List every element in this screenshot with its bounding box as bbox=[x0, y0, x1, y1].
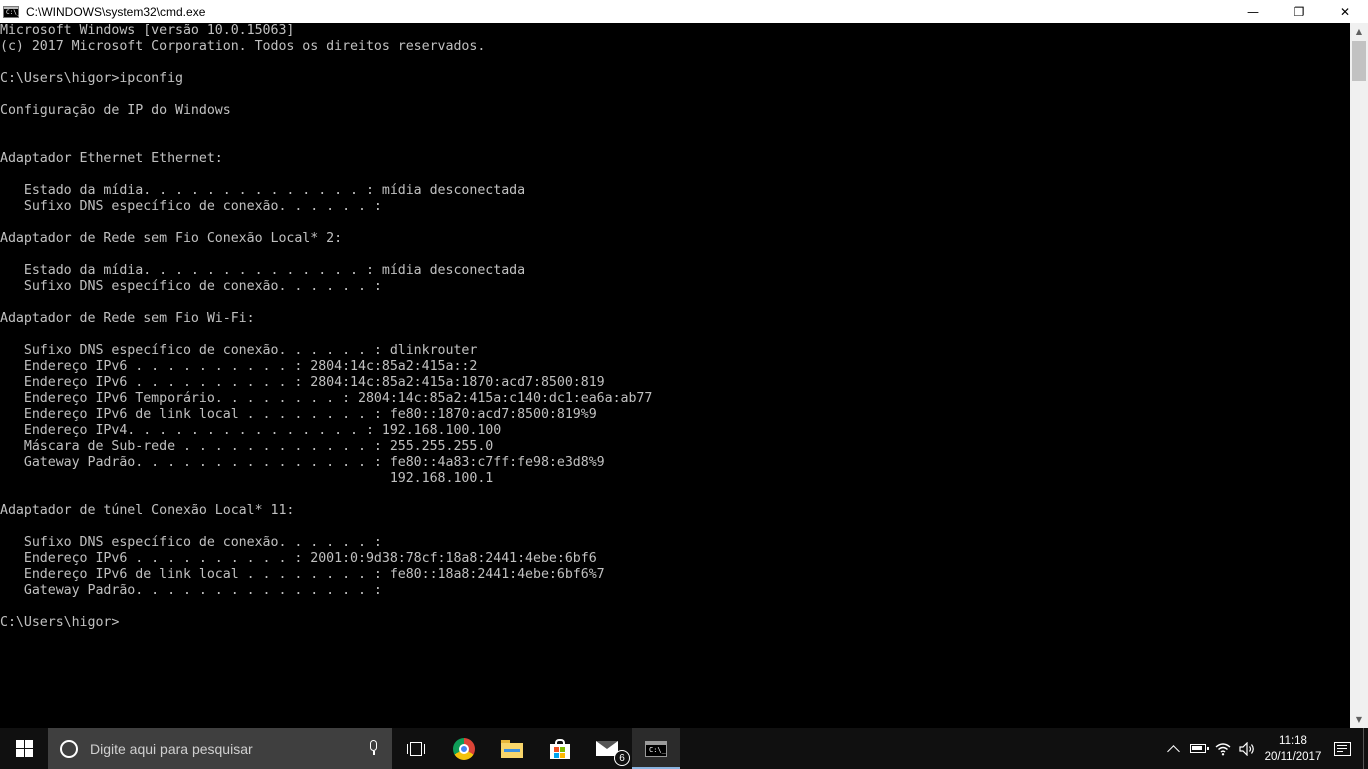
microphone-icon[interactable] bbox=[370, 740, 378, 757]
task-view-button[interactable] bbox=[392, 728, 440, 769]
clock[interactable]: 11:18 20/11/2017 bbox=[1259, 728, 1327, 769]
file-explorer-icon bbox=[501, 739, 523, 758]
chrome-icon bbox=[453, 737, 475, 760]
window-controls: — ❐ ✕ bbox=[1230, 0, 1368, 23]
notifications-icon bbox=[1333, 741, 1351, 756]
taskbar-store[interactable] bbox=[536, 728, 584, 769]
battery-button[interactable] bbox=[1185, 728, 1211, 769]
taskbar: Digite aqui para pesquisar 6 C:\_ 11:18 … bbox=[0, 728, 1368, 769]
close-button[interactable]: ✕ bbox=[1322, 0, 1368, 23]
show-hidden-icons-button[interactable] bbox=[1161, 728, 1185, 769]
volume-button[interactable] bbox=[1235, 728, 1259, 769]
cmd-icon-glyph: C:\_ bbox=[6, 8, 21, 16]
battery-icon bbox=[1190, 744, 1209, 753]
action-center-button[interactable] bbox=[1327, 728, 1357, 769]
window-title: C:\WINDOWS\system32\cmd.exe bbox=[26, 4, 206, 19]
scroll-up-icon[interactable]: ▲ bbox=[1350, 23, 1368, 40]
chevron-up-icon bbox=[1166, 744, 1180, 758]
system-tray: 11:18 20/11/2017 bbox=[1161, 728, 1368, 769]
search-placeholder: Digite aqui para pesquisar bbox=[90, 740, 253, 757]
minimize-button[interactable]: — bbox=[1230, 0, 1276, 23]
start-button[interactable] bbox=[0, 728, 48, 769]
mail-badge: 6 bbox=[614, 750, 630, 766]
speaker-icon bbox=[1238, 741, 1254, 756]
taskbar-file-explorer[interactable] bbox=[488, 728, 536, 769]
taskbar-mail[interactable]: 6 bbox=[584, 728, 632, 769]
cmd-icon: C:\_ bbox=[3, 5, 21, 18]
command-prompt-icon: C:\_ bbox=[645, 740, 667, 757]
console-text: Microsoft Windows [versão 10.0.15063] (c… bbox=[0, 23, 653, 630]
windows-logo-icon bbox=[15, 740, 33, 757]
vertical-scrollbar[interactable]: ▲ ▼ bbox=[1350, 23, 1368, 728]
search-box[interactable]: Digite aqui para pesquisar bbox=[48, 728, 392, 769]
maximize-button[interactable]: ❐ bbox=[1276, 0, 1322, 23]
clock-time: 11:18 bbox=[1279, 734, 1307, 747]
cortana-icon bbox=[60, 739, 78, 758]
task-view-icon bbox=[406, 741, 426, 756]
scroll-thumb[interactable] bbox=[1352, 41, 1366, 81]
taskbar-cmd[interactable]: C:\_ bbox=[632, 728, 680, 769]
store-icon bbox=[550, 738, 570, 759]
network-button[interactable] bbox=[1211, 728, 1235, 769]
scroll-down-icon[interactable]: ▼ bbox=[1350, 711, 1368, 728]
clock-date: 20/11/2017 bbox=[1264, 750, 1322, 763]
taskbar-chrome[interactable] bbox=[440, 728, 488, 769]
wifi-icon bbox=[1215, 742, 1231, 755]
cmd-taskbar-glyph: C:\_ bbox=[649, 745, 666, 754]
title-bar[interactable]: C:\_ C:\WINDOWS\system32\cmd.exe — ❐ ✕ bbox=[0, 0, 1368, 23]
show-desktop-button[interactable] bbox=[1363, 728, 1368, 769]
console-output[interactable]: Microsoft Windows [versão 10.0.15063] (c… bbox=[0, 23, 1350, 728]
